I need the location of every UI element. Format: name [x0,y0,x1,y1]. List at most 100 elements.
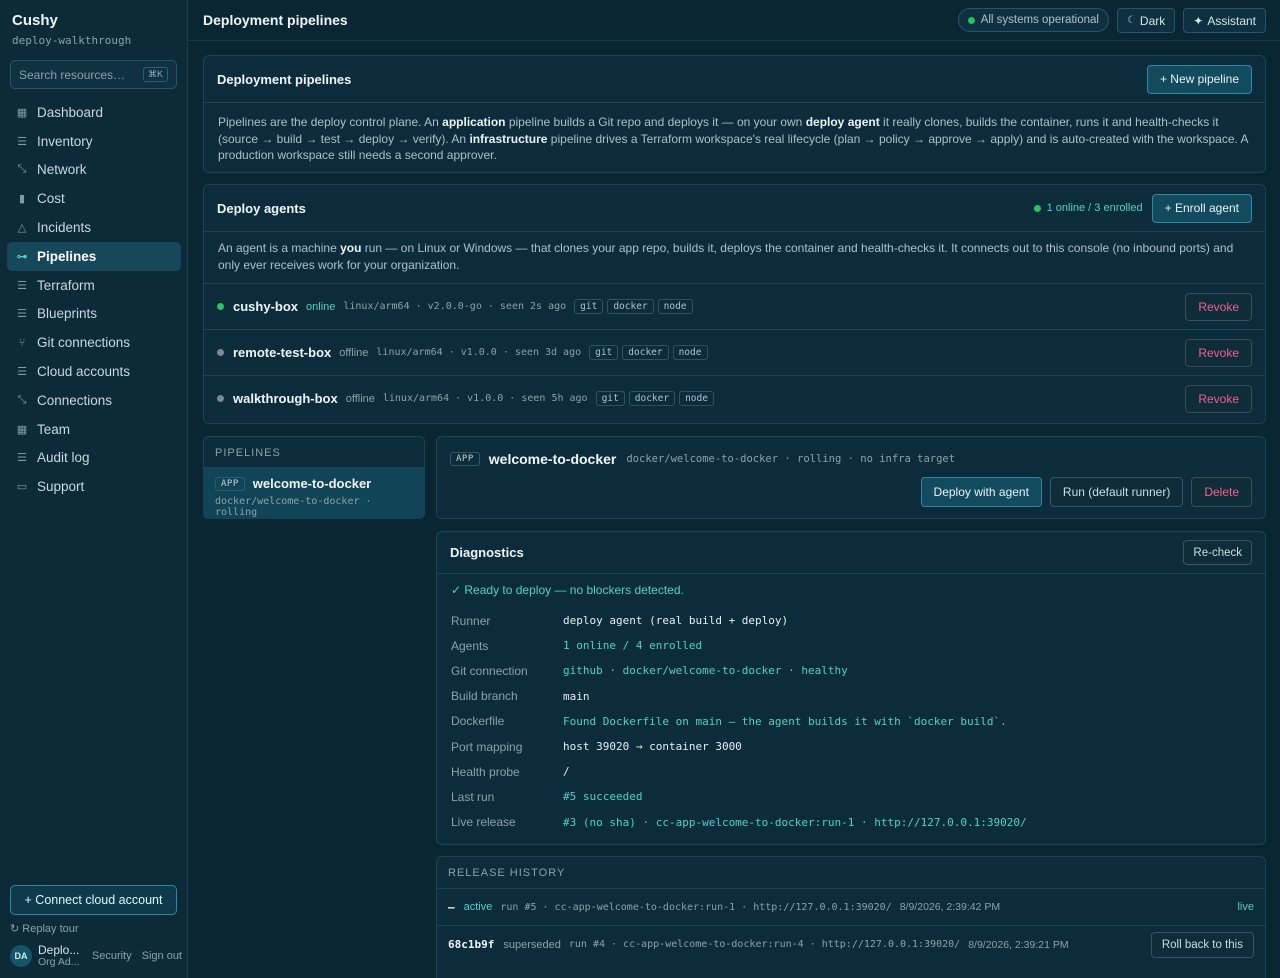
sidebar-item-team[interactable]: ▦ Team [7,415,181,444]
release-row: 68c1b9f superseded run #4 · cc-app-welcome… [437,925,1265,963]
diagnostic-value: #5 succeeded [563,790,643,804]
sidebar-item-incidents[interactable]: △ Incidents [7,213,181,242]
agent-status-dot-icon [217,303,224,310]
diagnostic-row: Git connection github · docker/welcome-to… [437,658,1265,683]
search-input[interactable]: Search resources… ⌘K [10,60,177,89]
delete-pipeline-button[interactable]: Delete [1191,477,1252,507]
pipeline-list-meta: docker/welcome-to-docker · rolling [215,496,372,518]
revoke-agent-button[interactable]: Revoke [1185,292,1252,321]
user-role: Org Ad... [38,956,80,968]
sidebar-item-cost[interactable]: ▮ Cost [7,184,181,213]
agent-status-dot-icon [217,395,224,402]
grid-icon: ▦ [16,106,28,119]
agent-meta: linux/arm64 · v1.0.0 · seen 3d ago [376,347,582,358]
sidebar-item-label: Cost [37,191,65,207]
sidebar: Cushy deploy-walkthrough Search resource… [0,0,188,978]
deploy-with-agent-button[interactable]: Deploy with agent [920,477,1042,507]
diagnostic-row: Dockerfile Found Dockerfile on main — the… [437,709,1265,734]
revoke-agent-button[interactable]: Revoke [1185,384,1252,413]
live-badge: live [1237,901,1254,913]
connect-cloud-account-button[interactable]: + Connect cloud account [10,885,177,915]
run-default-runner-button[interactable]: Run (default runner) [1049,477,1184,507]
diagnostic-value: 1 online / 4 enrolled [563,639,703,653]
sidebar-item-inventory[interactable]: ☰ Inventory [7,127,181,156]
agent-name: remote-test-box [233,345,332,360]
theme-toggle-button[interactable]: ☾ Dark [1116,8,1176,33]
sidebar-item-pipelines[interactable]: ⊶ Pipelines [7,241,181,271]
sidebar-item-label: Incidents [37,220,92,236]
search-placeholder: Search resources… [19,67,126,82]
diagnostic-row: Build branch main [437,684,1265,709]
sidebar-item-label: Network [37,162,87,178]
sidebar-item-connections[interactable]: ⤡ Connections [7,386,181,415]
revoke-agent-button[interactable]: Revoke [1185,338,1252,367]
pipeline-icon: ⊶ [16,250,28,263]
search-shortcut: ⌘K [142,67,168,82]
pipelines-intro-card: Deployment pipelines + New pipeline Pipe… [203,55,1266,173]
pipelines-list-heading: PIPELINES [215,447,281,459]
sidebar-item-dashboard[interactable]: ▦ Dashboard [7,98,181,127]
chat-icon: ▭ [16,481,28,494]
agent-row: cushy-box online linux/arm64 · v2.0.0-go ·… [204,283,1265,329]
pipeline-list-item[interactable]: APP welcome-to-docker docker/welcome-to-… [204,467,424,519]
sparkle-icon: ✦ [1193,13,1204,28]
diagnostic-value: host 39020 → container 3000 [563,740,742,754]
page-title: Deployment pipelines [203,12,348,28]
diagnostic-key: Runner [451,613,491,628]
app-logo[interactable]: Cushy [12,12,58,29]
diagnostic-value: #3 (no sha) · cc-app-welcome-to-docker:r… [563,815,1027,829]
diagnostic-key: Build branch [451,689,518,704]
deploy-agents-title: Deploy agents [217,200,306,216]
sidebar-item-blueprints[interactable]: ☰ Blueprints [7,300,181,329]
diagnostic-key: Port mapping [451,739,523,754]
roll-back-button[interactable]: Roll back to this [1150,931,1254,958]
diagnostic-key: Last run [451,789,495,804]
sidebar-item-audit-log[interactable]: ☰ Audit log [7,444,181,473]
sidebar-item-support[interactable]: ▭ Support [7,472,181,501]
system-status-badge[interactable]: All systems operational [957,8,1109,32]
diagnostic-row: Live release #3 (no sha) · cc-app-welcome… [437,810,1265,835]
pipelines-list-card: PIPELINES APP welcome-to-docker docker/w… [203,436,425,519]
release-time: 8/9/2026, 2:39:42 PM [899,901,1001,913]
recheck-button[interactable]: Re-check [1183,540,1252,565]
replay-tour-link[interactable]: ↻ Replay tour [10,922,79,935]
sidebar-item-network[interactable]: ⤡ Network [7,156,181,185]
moon-icon: ☾ [1126,15,1136,26]
security-link[interactable]: Security [92,950,132,962]
release-state: active [463,901,493,913]
agent-tag: docker [622,345,669,360]
warning-icon: △ [17,222,27,235]
sidebar-item-git-connections[interactable]: ⑂ Git connections [7,328,181,357]
release-detail: run #5 · cc-app-welcome-to-docker:run-1 … [500,901,892,913]
workspace-name: deploy-walkthrough [12,34,132,47]
diagnostics-card: Diagnostics Re-check ✓ Ready to deploy —… [436,531,1266,845]
stack-icon: ☰ [17,279,27,292]
enroll-agent-button[interactable]: + Enroll agent [1151,193,1252,223]
pipeline-detail-name: welcome-to-docker [488,451,617,467]
agent-status: offline [339,346,369,359]
new-pipeline-button[interactable]: + New pipeline [1146,64,1252,94]
ready-message: ✓ Ready to deploy — no blockers detected… [451,583,684,597]
release-detail: run #4 · cc-app-welcome-to-docker:run-4 … [568,939,961,950]
agent-tag: node [679,391,714,406]
diagnostic-key: Agents [451,638,489,653]
sidebar-item-cloud-accounts[interactable]: ☰ Cloud accounts [7,357,181,386]
agent-tag: git [589,345,619,360]
user-name: Deplo... [38,943,80,957]
sidebar-item-terraform[interactable]: ☰ Terraform [7,271,181,300]
sign-out-link[interactable]: Sign out [142,950,182,962]
diagnostic-row: Last run #5 succeeded [437,784,1265,809]
avatar[interactable]: DA [10,945,32,967]
top-bar: Deployment pipelines All systems operati… [188,0,1280,41]
diagnostic-row: Runner deploy agent (real build + deploy) [437,608,1265,633]
pipeline-type-badge: APP [215,476,245,491]
diagnostic-row: Agents 1 online / 4 enrolled [437,633,1265,658]
bar-chart-icon: ▮ [18,193,26,206]
user-info: Deplo... Org Ad... [38,944,79,968]
user-menu: DA Deplo... Org Ad... Security Sign out [10,944,182,968]
assistant-button[interactable]: ✦ Assistant [1183,8,1266,33]
diagnostic-value: main [563,689,590,703]
sidebar-item-label: Terraform [37,277,95,293]
diagnostic-row: Health probe / [437,759,1265,784]
stack-icon: ☰ [17,366,27,379]
